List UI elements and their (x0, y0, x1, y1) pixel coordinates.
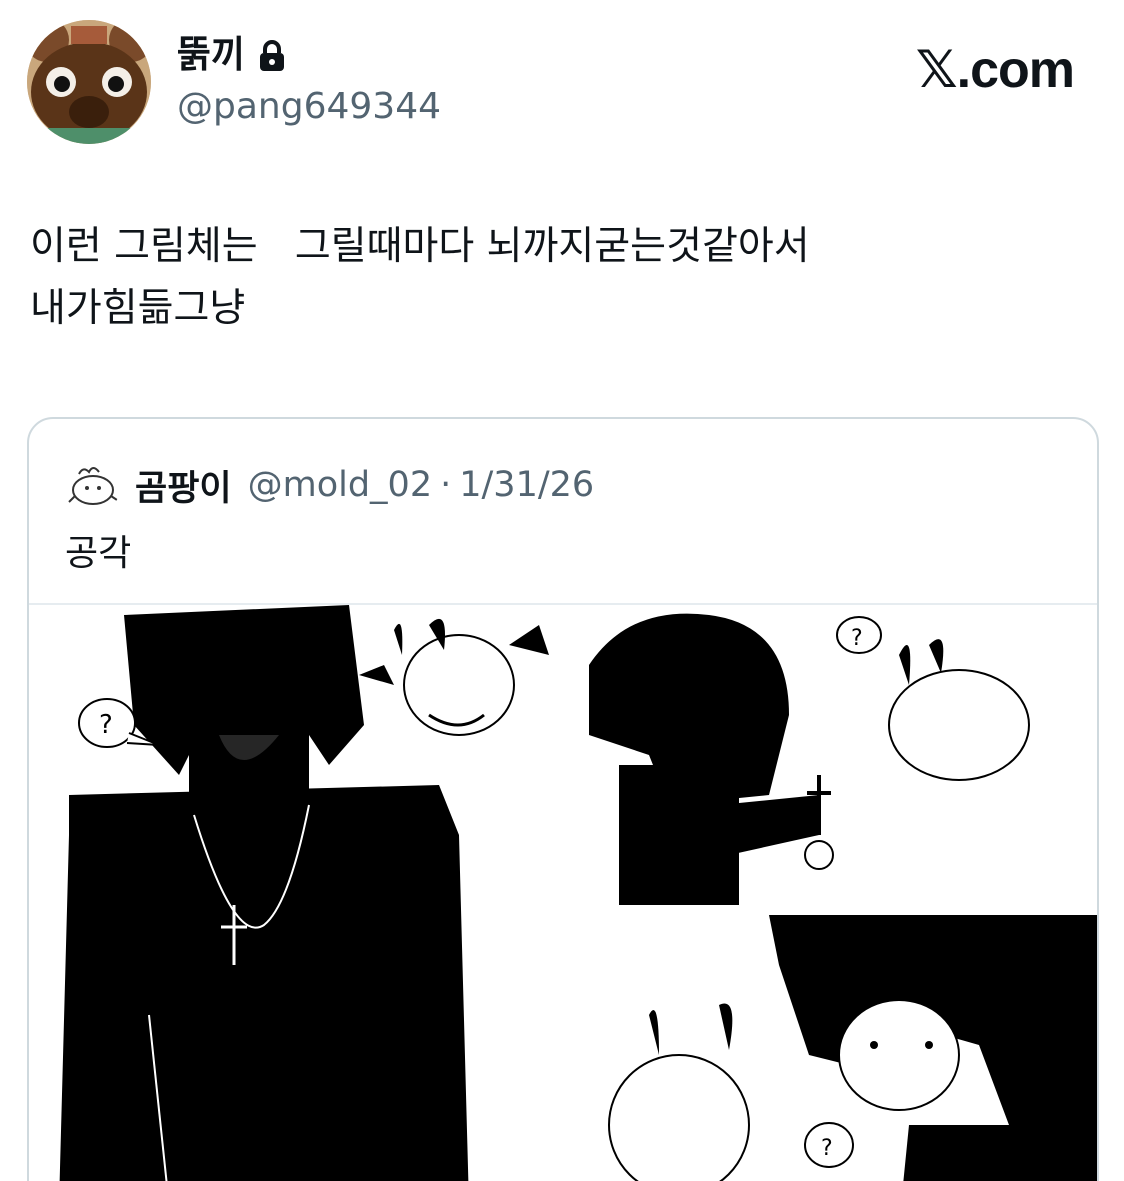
avatar-image (27, 20, 151, 144)
svg-text:?: ? (99, 710, 113, 740)
svg-text:?: ? (821, 1136, 833, 1161)
quote-tweet-card[interactable]: 곰팡이 @mold_02 · 1/31/26 공각 ? ? ? (27, 417, 1099, 1181)
svg-text:?: ? (851, 626, 863, 651)
avatar[interactable] (27, 20, 151, 144)
lock-icon (257, 38, 287, 72)
quote-media[interactable]: ? ? ? (29, 603, 1097, 1181)
quote-handle[interactable]: @mold_02 (248, 465, 433, 505)
quote-text: 공각 (65, 533, 132, 574)
quote-separator: · (440, 465, 452, 505)
quote-avatar[interactable] (63, 456, 121, 514)
display-name-row[interactable]: 뚥끼 (177, 32, 287, 78)
quote-header: 곰팡이 @mold_02 · 1/31/26 (63, 456, 594, 514)
tweet-text: 이런 그림체는 그릴때마다 뇌까지굳는것같아서 내가힘듦그냥 (30, 224, 810, 331)
quote-display-name[interactable]: 곰팡이 (135, 460, 232, 511)
display-name[interactable]: 뚥끼 (177, 32, 245, 78)
x-brand-logo: 𝕏.com (915, 41, 1075, 99)
quote-date[interactable]: 1/31/26 (459, 465, 594, 505)
manga-illustration: ? ? ? (29, 605, 1097, 1181)
user-handle[interactable]: @pang649344 (177, 84, 441, 130)
quote-avatar-image (63, 456, 121, 514)
